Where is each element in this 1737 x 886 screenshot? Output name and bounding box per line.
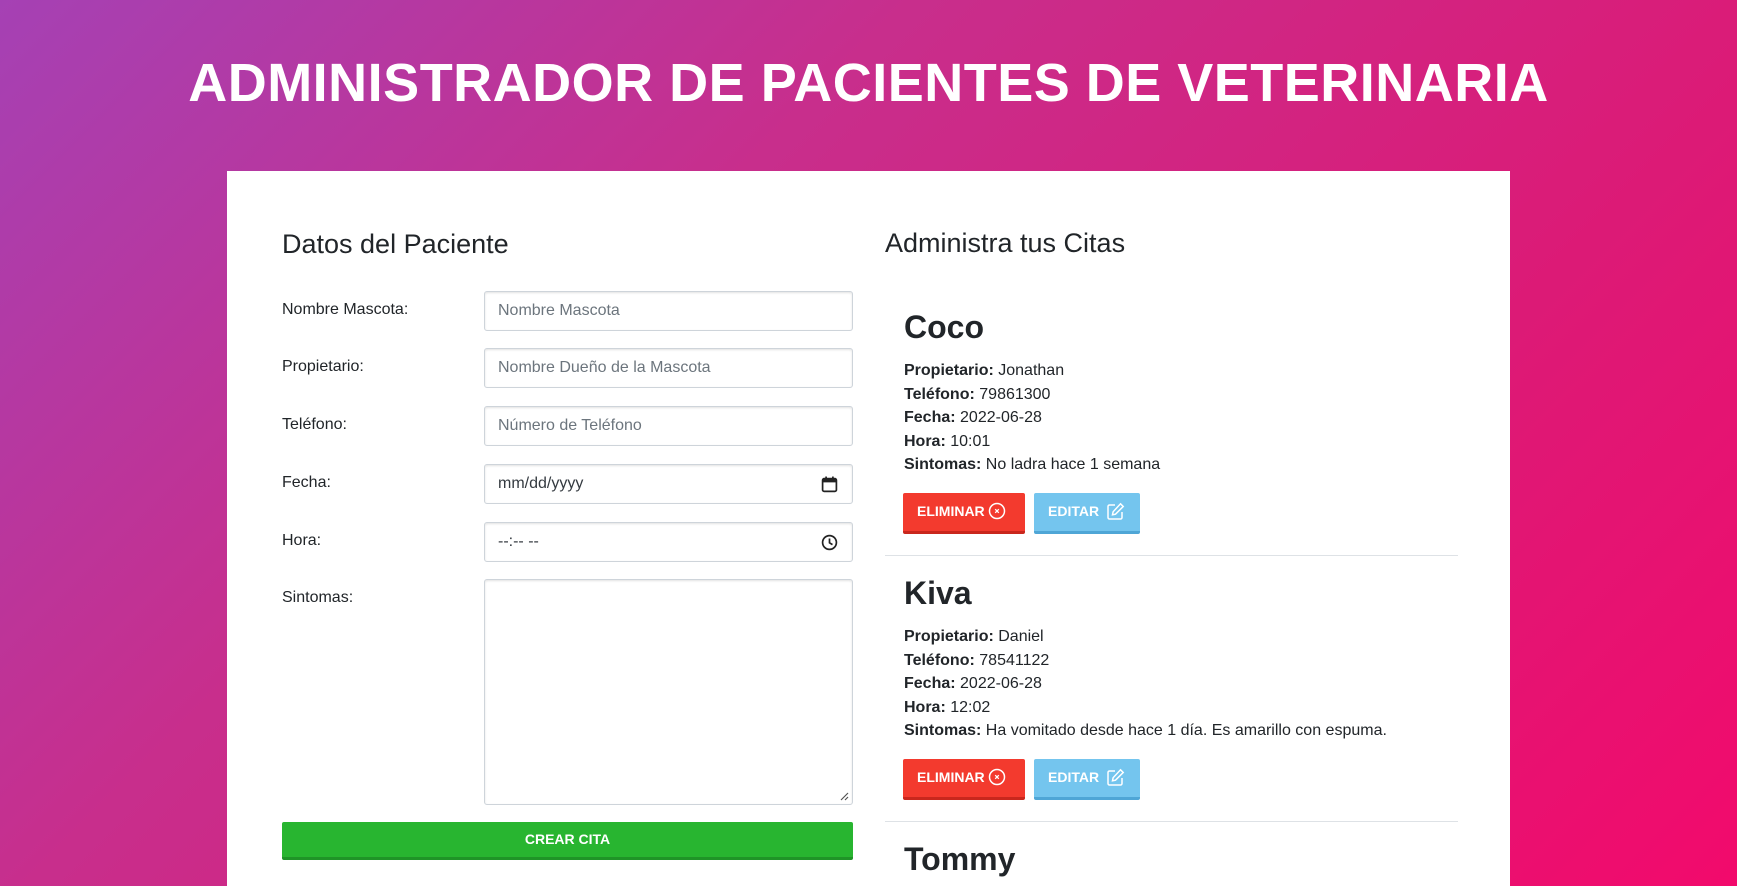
- fecha-input[interactable]: mm/dd/yyyy: [484, 464, 853, 504]
- form-title: Datos del Paciente: [282, 229, 509, 259]
- editar-button[interactable]: EDITAR: [1034, 759, 1140, 800]
- telefono-input[interactable]: Número de Teléfono: [484, 406, 853, 446]
- eliminar-label: ELIMINAR: [917, 769, 985, 785]
- cita-fecha: 2022-06-28: [960, 675, 1042, 692]
- resize-grip-icon[interactable]: [839, 791, 849, 801]
- hora-label: Hora:: [282, 532, 322, 549]
- cita-mascota: Tommy: [904, 841, 1016, 877]
- propietario-input[interactable]: Nombre Dueño de la Mascota: [484, 348, 853, 388]
- propietario-key: Propietario:: [904, 628, 994, 645]
- fecha-key: Fecha:: [904, 675, 956, 692]
- cita-mascota: Kiva: [904, 575, 972, 611]
- hora-input[interactable]: --:-- --: [484, 522, 853, 562]
- sintomas-key: Sintomas:: [904, 722, 982, 739]
- row-propietario: Propietario: Nombre Dueño de la Mascota: [282, 348, 853, 388]
- main-panel: Datos del Paciente Nombre Mascota: Nombr…: [227, 171, 1510, 886]
- row-mascota: Nombre Mascota: Nombre Mascota: [282, 291, 853, 331]
- cita-mascota: Coco: [904, 309, 984, 345]
- eliminar-button[interactable]: ELIMINAR: [903, 493, 1025, 534]
- fecha-value: mm/dd/yyyy: [498, 475, 584, 492]
- edit-icon: [1107, 502, 1125, 520]
- calendar-icon[interactable]: [821, 476, 838, 493]
- mascota-label: Nombre Mascota:: [282, 301, 409, 318]
- cita-telefono: 79861300: [979, 385, 1051, 403]
- fecha-label: Fecha:: [282, 474, 331, 491]
- cita-fecha: 2022-06-28: [960, 409, 1042, 426]
- clock-icon[interactable]: [821, 534, 838, 551]
- hora-key: Hora:: [904, 698, 946, 716]
- cita-sintomas: Ha vomitado desde hace 1 día. Es amarill…: [985, 722, 1387, 739]
- card-divider: [885, 821, 1458, 822]
- sintomas-label: Sintomas:: [282, 589, 354, 606]
- propietario-key: Propietario:: [904, 362, 994, 379]
- eliminar-label: ELIMINAR: [917, 503, 985, 519]
- telefono-key: Teléfono:: [904, 385, 975, 403]
- row-hora: Hora: --:-- --: [282, 522, 853, 562]
- cita-info: Propietario: Jonathan Teléfono: 79861300…: [904, 359, 1160, 477]
- editar-label: EDITAR: [1048, 503, 1100, 519]
- hora-value: --:-- --: [498, 533, 539, 550]
- x-circle-icon: [988, 768, 1006, 786]
- cita-telefono: 78541122: [979, 651, 1050, 669]
- eliminar-button[interactable]: ELIMINAR: [903, 759, 1025, 800]
- list-title: Administra tus Citas: [885, 228, 1126, 258]
- card-divider: [885, 555, 1458, 556]
- cita-hora: 12:02: [950, 698, 991, 716]
- page-title: ADMINISTRADOR DE PACIENTES DE VETERINARI…: [188, 53, 1549, 113]
- cita-propietario: Daniel: [998, 628, 1044, 645]
- cita-propietario: Jonathan: [998, 362, 1065, 379]
- cita-sintomas: No ladra hace 1 semana: [985, 456, 1161, 473]
- editar-label: EDITAR: [1048, 769, 1100, 785]
- mascota-input[interactable]: Nombre Mascota: [484, 291, 853, 331]
- cita-info: Propietario: Daniel Teléfono: 78541122 F…: [904, 625, 1387, 743]
- row-telefono: Teléfono: Número de Teléfono: [282, 406, 853, 446]
- telefono-label: Teléfono:: [282, 416, 347, 433]
- edit-icon: [1107, 768, 1125, 786]
- row-fecha: Fecha: mm/dd/yyyy: [282, 464, 853, 504]
- telefono-key: Teléfono:: [904, 651, 975, 669]
- propietario-label: Propietario:: [282, 358, 364, 375]
- hora-key: Hora:: [904, 432, 946, 450]
- sintomas-textarea[interactable]: [484, 579, 853, 805]
- cita-hora: 10:01: [950, 432, 991, 450]
- fecha-key: Fecha:: [904, 409, 956, 426]
- crear-cita-button[interactable]: CREAR CITA: [282, 822, 853, 860]
- x-circle-icon: [988, 502, 1006, 520]
- row-sintomas: Sintomas:: [282, 579, 853, 805]
- sintomas-key: Sintomas:: [904, 456, 982, 473]
- editar-button[interactable]: EDITAR: [1034, 493, 1140, 534]
